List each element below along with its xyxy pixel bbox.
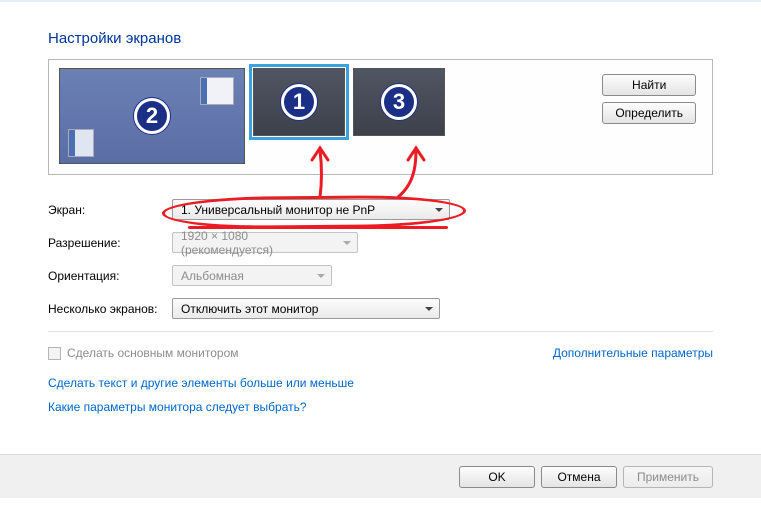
chevron-down-icon — [435, 208, 443, 212]
multiple-label: Несколько экранов: — [48, 302, 172, 316]
multiple-dropdown[interactable]: Отключить этот монитор — [172, 298, 440, 319]
orientation-dropdown: Альбомная — [172, 265, 332, 286]
monitor-3[interactable]: 3 — [353, 68, 445, 136]
monitor-number: 3 — [381, 84, 417, 120]
chevron-down-icon — [343, 241, 351, 245]
advanced-link[interactable]: Дополнительные параметры — [553, 346, 713, 360]
find-button[interactable]: Найти — [602, 74, 696, 96]
chevron-down-icon — [317, 274, 325, 278]
multiple-value: Отключить этот монитор — [181, 302, 318, 316]
window-thumb-icon — [68, 129, 94, 157]
which-monitor-link[interactable]: Какие параметры монитора следует выбрать… — [48, 400, 307, 414]
screen-dropdown[interactable]: 1. Универсальный монитор не PnP — [172, 199, 450, 220]
display-preview: 2 1 3 Найти Определить — [48, 59, 713, 175]
page-title: Настройки экранов — [48, 30, 713, 47]
monitor-number: 1 — [281, 84, 317, 120]
screen-value: 1. Универсальный монитор не PnP — [181, 203, 375, 217]
dialog-footer: OK Отмена Применить — [0, 454, 761, 498]
textsize-link[interactable]: Сделать текст и другие элементы больше и… — [48, 376, 354, 390]
ok-button[interactable]: OK — [459, 466, 535, 488]
resolution-value: 1920 × 1080 (рекомендуется) — [181, 229, 335, 257]
monitor-1[interactable]: 1 — [253, 68, 345, 136]
apply-button: Применить — [623, 466, 713, 488]
monitor-2[interactable]: 2 — [59, 68, 245, 164]
identify-button[interactable]: Определить — [602, 102, 696, 124]
divider — [48, 331, 713, 332]
primary-checkbox — [48, 347, 61, 360]
chevron-down-icon — [425, 307, 433, 311]
window-thumb-icon — [200, 77, 234, 105]
orientation-label: Ориентация: — [48, 269, 172, 283]
resolution-dropdown: 1920 × 1080 (рекомендуется) — [172, 232, 358, 253]
screen-label: Экран: — [48, 203, 172, 217]
cancel-button[interactable]: Отмена — [541, 466, 617, 488]
primary-checkbox-label: Сделать основным монитором — [67, 346, 239, 360]
orientation-value: Альбомная — [181, 269, 244, 283]
monitor-number: 2 — [134, 98, 170, 134]
resolution-label: Разрешение: — [48, 236, 172, 250]
